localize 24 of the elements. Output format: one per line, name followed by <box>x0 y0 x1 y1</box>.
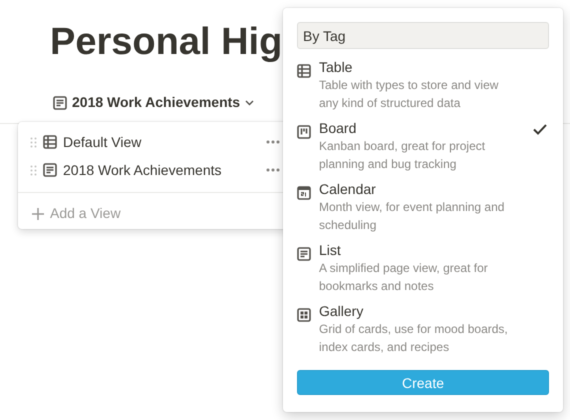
chevron-down-icon <box>245 100 254 106</box>
list-icon <box>53 96 67 110</box>
table-icon <box>43 135 57 149</box>
gallery-icon <box>297 308 311 322</box>
more-icon[interactable] <box>266 140 280 144</box>
drag-handle-icon <box>30 136 37 148</box>
view-name-field[interactable]: By Tag <box>297 22 549 49</box>
page-title: Personal Hig <box>50 20 282 65</box>
calendar-icon <box>297 186 311 200</box>
list-icon <box>297 247 311 262</box>
view-item[interactable]: Default View <box>18 128 290 156</box>
table-icon <box>297 64 311 78</box>
more-icon[interactable] <box>266 168 280 172</box>
view-item[interactable]: 2018 Work Achievements <box>18 156 290 184</box>
view-type-option[interactable]: Board Kanban board, great for project planning and bug tracking <box>297 119 549 171</box>
drag-handle-icon <box>30 164 37 176</box>
plus-icon <box>32 208 44 220</box>
view-selector[interactable]: 2018 Work Achievements <box>53 92 254 113</box>
view-type-option[interactable]: List A simplified page view, great for bookmarks and notes <box>297 241 549 293</box>
view-type-option[interactable]: Calendar Month view, for event planning and scheduling <box>297 180 549 232</box>
view-type-option[interactable]: Table Table with types to store and view any kind of structured data <box>297 58 549 110</box>
list-icon <box>43 163 57 177</box>
view-type-option[interactable]: Gallery Grid of cards, use for mood boards, index cards, and recipes <box>297 302 549 354</box>
board-icon <box>297 125 311 140</box>
